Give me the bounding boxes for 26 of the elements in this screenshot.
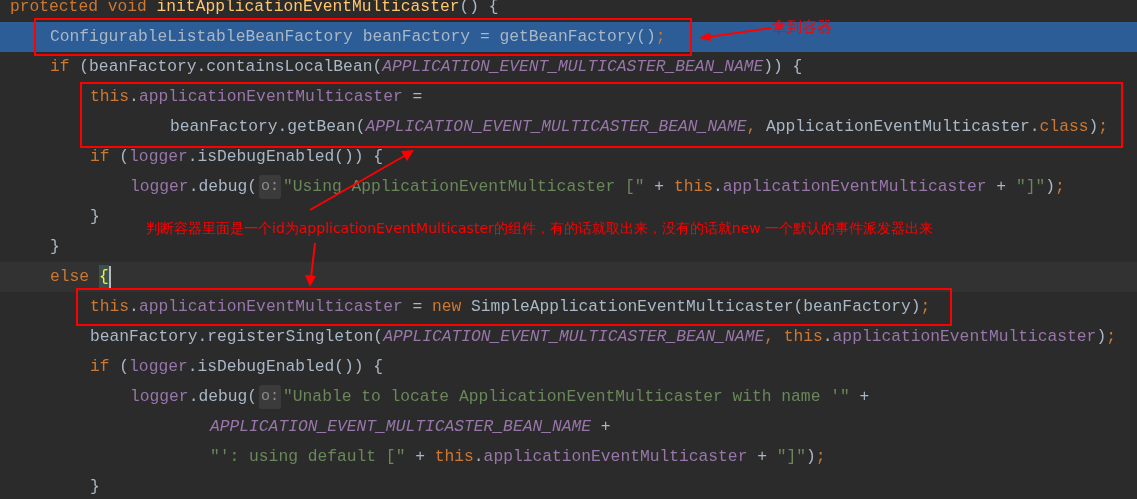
code-text: logger.debug( — [130, 385, 258, 408]
code-text: ConfigurableListableBeanFactory beanFactory = getBeanFactory(); — [50, 25, 666, 48]
text-cursor — [108, 266, 111, 288]
code-text: this.applicationEventMulticaster = new SimpleApplicationEventMulticaster(beanFactory); — [90, 295, 931, 318]
annotation-text: 拿到容器 — [772, 17, 832, 38]
code-text: } — [50, 235, 60, 258]
code-text: if (logger.isDebugEnabled()) { — [90, 355, 384, 378]
parameter-hint: o: — [259, 385, 282, 409]
code-text: } — [90, 205, 100, 228]
code-text: beanFactory.registerSingleton(APPLICATION_EVENT_MULTICASTER_BEAN_NAME, this.applicationEventMulticaster); — [90, 325, 1116, 348]
code-text: if (beanFactory.containsLocalBean(APPLICATION_EVENT_MULTICASTER_BEAN_NAME)) { — [50, 55, 803, 78]
code-text: protected void initApplicationEventMulticaster() { — [10, 0, 499, 18]
parameter-hint: o: — [259, 175, 282, 199]
code-text: this.applicationEventMulticaster = — [90, 85, 423, 108]
code-text: else — [50, 265, 90, 288]
code-text: if (logger.isDebugEnabled()) { — [90, 145, 384, 168]
code-text: "Using ApplicationEventMulticaster [" + this.applicationEventMulticaster + "]"); — [283, 175, 1065, 198]
arrow — [304, 242, 318, 288]
annotation-text: 判断容器里面是一个id为applicationEventMulticaster的组件，有的话就取出来，没有的话就new 一个默认的事件派发器出来 — [146, 219, 934, 238]
matched-brace: { — [99, 264, 109, 290]
code-text: "': using default [" + this.applicationEventMulticaster + "]"); — [210, 445, 826, 468]
code-text: } — [90, 475, 100, 498]
code-text: beanFactory.getBean(APPLICATION_EVENT_MULTICASTER_BEAN_NAME, ApplicationEventMulticaster.class); — [170, 115, 1108, 138]
code-text: "Unable to locate ApplicationEventMulticaster with name '" + — [283, 385, 870, 408]
code-text: logger.debug( — [130, 175, 258, 198]
code-text: APPLICATION_EVENT_MULTICASTER_BEAN_NAME + — [210, 415, 611, 438]
